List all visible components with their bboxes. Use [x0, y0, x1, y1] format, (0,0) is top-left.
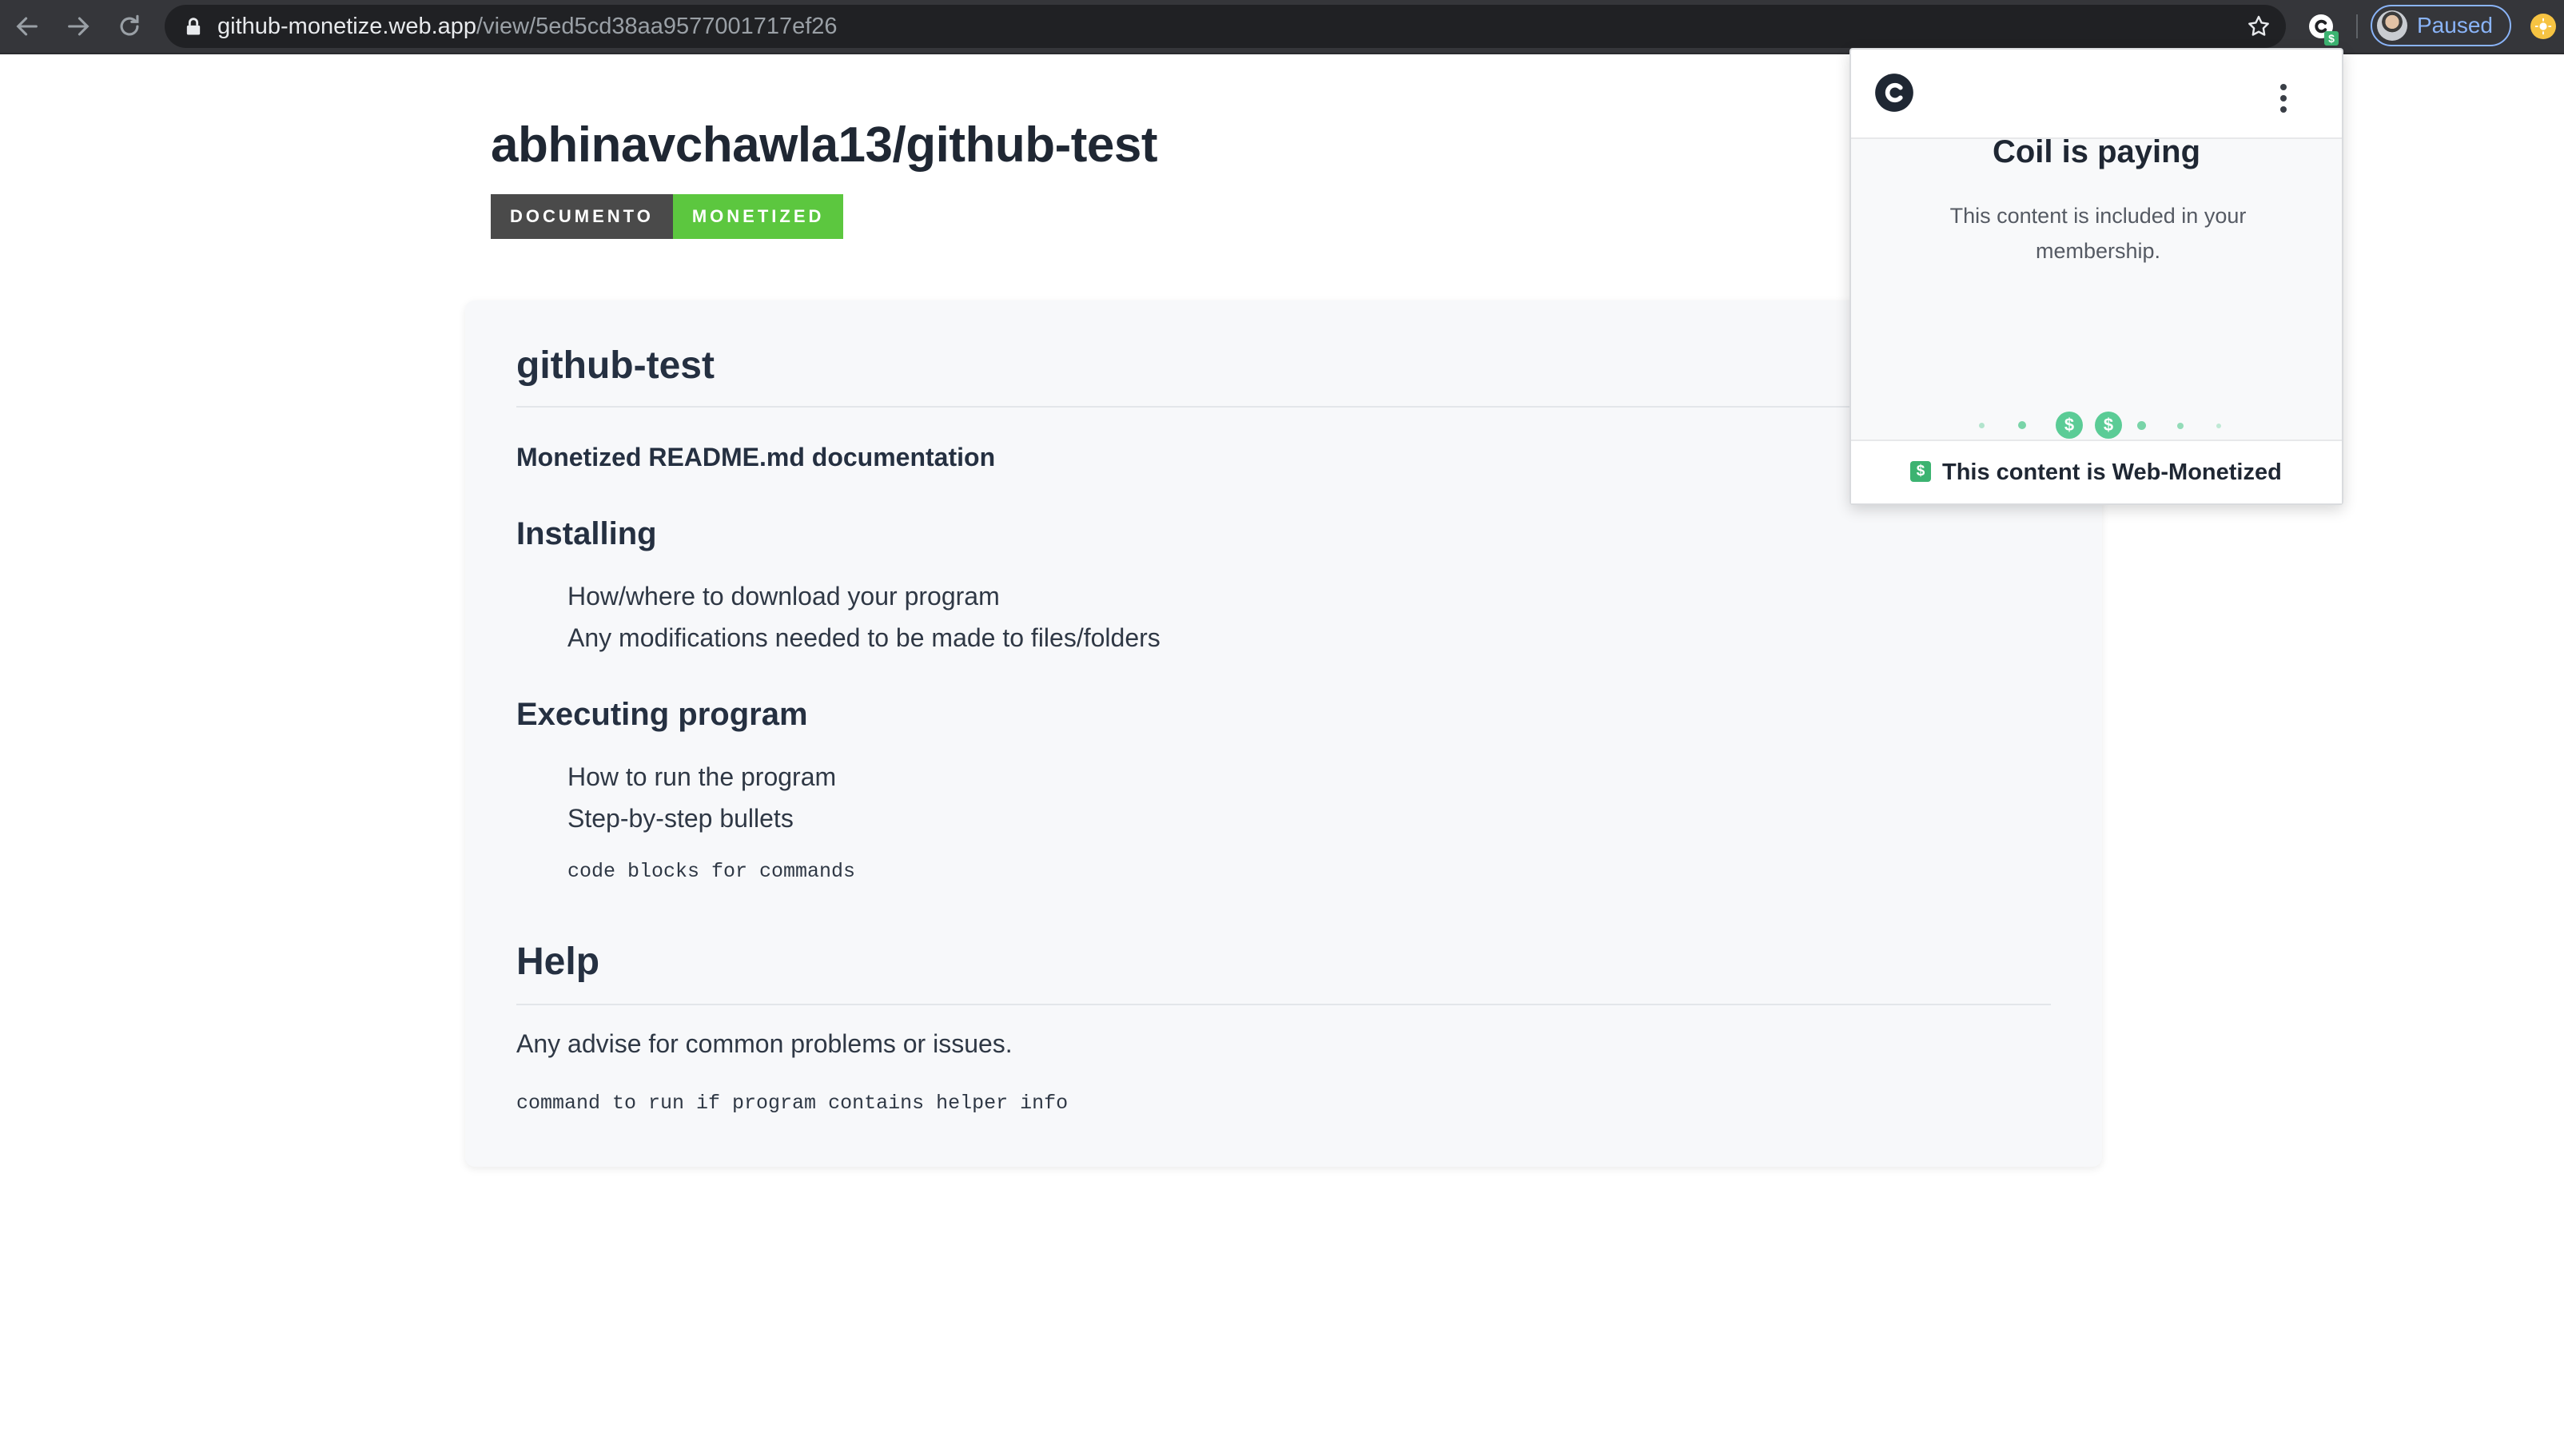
- readme-subtitle: Monetized README.md documentation: [516, 443, 996, 471]
- dot: [2137, 421, 2146, 430]
- reload-button[interactable]: [110, 7, 149, 46]
- tag-monetized: MONETIZED: [672, 194, 844, 239]
- popup-title: Coil is paying: [1992, 134, 2201, 169]
- arrow-left-icon: [16, 17, 38, 36]
- profile-button[interactable]: Paused: [2371, 5, 2511, 46]
- section-heading-executing: Executing program: [516, 697, 808, 732]
- popup-header: [1851, 50, 2342, 139]
- list-item: Step-by-step bullets: [567, 804, 794, 833]
- dot: [1979, 423, 1985, 428]
- heading-divider: [516, 406, 2051, 408]
- more-options-icon[interactable]: [2263, 78, 2303, 118]
- coil-popup: Coil is paying This content is included …: [1849, 48, 2343, 505]
- help-text: Any advise for common problems or issues…: [516, 1029, 1013, 1058]
- back-button[interactable]: [8, 7, 46, 46]
- popup-footer-text: This content is Web-Monetized: [1942, 459, 2282, 485]
- extension-badge: $: [2324, 31, 2339, 46]
- monetized-badge-icon: $: [1910, 461, 1931, 482]
- readme-heading: github-test: [516, 344, 715, 387]
- payment-animation: $ $: [1851, 411, 2342, 440]
- sun-icon: [2534, 18, 2552, 35]
- section-heading-help: Help: [516, 941, 600, 983]
- update-icon[interactable]: [2530, 14, 2556, 39]
- url-text[interactable]: github-monetize.web.app/view/5ed5cd38aa9…: [217, 5, 838, 48]
- url-host: github-monetize.web.app: [217, 14, 477, 39]
- code-block: code blocks for commands: [567, 860, 856, 883]
- dot: [2216, 424, 2221, 428]
- help-code-block: command to run if program contains helpe…: [516, 1092, 1069, 1115]
- lock-icon[interactable]: [182, 15, 205, 38]
- help-divider: [516, 1004, 2051, 1005]
- tag-documento: DOCUMENTO: [491, 194, 673, 239]
- page-title: abhinavchawla13/github-test: [491, 117, 1158, 173]
- forward-button[interactable]: [59, 7, 98, 46]
- list-item: How/where to download your program: [567, 582, 1000, 611]
- url-path: /view/5ed5cd38aa9577001717ef26: [476, 14, 838, 39]
- popup-footer: $ This content is Web-Monetized: [1851, 440, 2342, 503]
- toolbar-separator: [2356, 14, 2358, 38]
- arrow-right-icon: [68, 17, 90, 36]
- tag-row: DOCUMENTO MONETIZED: [491, 194, 844, 239]
- dollar-coin-icon: $: [2056, 412, 2083, 439]
- list-item: Any modifications needed to be made to f…: [567, 623, 1161, 652]
- coil-logo-icon: [1875, 74, 1913, 112]
- dot: [2018, 421, 2026, 429]
- coil-extension-button[interactable]: $: [2300, 6, 2342, 47]
- section-heading-installing: Installing: [516, 516, 657, 551]
- dollar-coin-icon: $: [2095, 412, 2122, 439]
- list-item: How to run the program: [567, 762, 837, 791]
- profile-status-label: Paused: [2417, 13, 2493, 38]
- dot: [2177, 423, 2184, 429]
- address-bar[interactable]: github-monetize.web.app/view/5ed5cd38aa9…: [165, 5, 2286, 48]
- browser-toolbar: github-monetize.web.app/view/5ed5cd38aa9…: [0, 0, 2564, 54]
- bookmark-star-icon[interactable]: [2246, 14, 2271, 39]
- reload-icon: [120, 14, 139, 36]
- avatar: [2377, 10, 2407, 41]
- popup-description: This content is included in your members…: [1949, 204, 2247, 263]
